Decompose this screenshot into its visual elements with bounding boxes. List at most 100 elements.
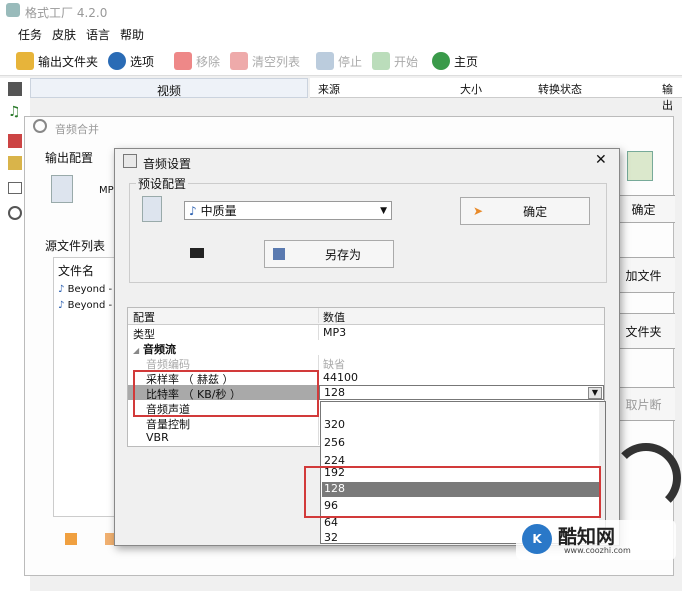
menu-skin[interactable]: 皮肤 — [52, 26, 76, 43]
clip-button[interactable]: 取片断 — [611, 387, 675, 421]
stop-button[interactable]: 停止 — [316, 50, 362, 72]
start-label: 开始 — [394, 54, 419, 69]
title-bar: 格式工厂 4.2.0 — [0, 0, 682, 22]
grid-separator — [318, 355, 319, 370]
home-small-icon[interactable] — [65, 533, 77, 545]
options-label: 选项 — [130, 54, 155, 69]
home-button[interactable]: 主页 — [432, 50, 478, 72]
menu-bar: 任务 皮肤 语言 帮助 — [0, 22, 682, 44]
stop-icon — [316, 52, 334, 70]
app-title: 格式工厂 4.2.0 — [25, 6, 108, 20]
row-value: MP3 — [323, 326, 347, 339]
file-name: Beyond - — [67, 300, 113, 311]
col-source[interactable]: 来源 — [318, 81, 340, 97]
settings-icon — [123, 154, 137, 168]
preset-select[interactable]: ♪ 中质量 ▼ — [184, 201, 392, 220]
highlight-box-rows — [133, 370, 319, 417]
remove-button[interactable]: 移除 — [174, 50, 220, 72]
table-row[interactable]: 音频编码 缺省 — [128, 355, 604, 371]
watermark-logo-icon: K — [522, 524, 552, 554]
stop-label: 停止 — [338, 54, 363, 69]
list-item[interactable]: ♪ Beyond - — [58, 284, 112, 295]
list-item[interactable]: 320 — [322, 418, 604, 433]
bitrate-select[interactable]: 128 ▼ — [319, 385, 604, 400]
options-button[interactable]: 选项 — [108, 50, 154, 72]
music-file-icon: ♪ — [58, 300, 65, 311]
menu-language[interactable]: 语言 — [86, 26, 110, 43]
music-file-icon: ♪ — [58, 284, 65, 295]
video-icon[interactable] — [8, 82, 22, 96]
close-icon[interactable]: ✕ — [595, 152, 607, 168]
grid-header-config: 配置 — [133, 311, 155, 324]
music-note-icon: ♪ — [189, 203, 197, 218]
highlight-box-options — [304, 466, 601, 518]
clear-list-button[interactable]: 清空列表 — [230, 50, 300, 72]
category-video[interactable]: 视频 — [30, 78, 308, 98]
close-icon — [230, 52, 248, 70]
format-short-label: MP — [99, 185, 114, 196]
app-icon — [6, 3, 20, 17]
col-output[interactable]: 输出 — [662, 81, 682, 113]
col-status[interactable]: 转换状态 — [538, 81, 582, 97]
globe-icon — [432, 52, 450, 70]
document-icon[interactable] — [8, 156, 22, 170]
preset-value: 中质量 — [200, 204, 237, 218]
cmd-icon — [190, 248, 204, 258]
audio-icon[interactable]: ♫ — [8, 104, 22, 120]
options-icon — [108, 52, 126, 70]
col-size[interactable]: 大小 — [460, 81, 482, 97]
preset-group-label: 预设配置 — [136, 175, 189, 192]
toolbar: 输出文件夹 选项 移除 清空列表 停止 开始 主页 — [0, 44, 682, 76]
add-folder-button[interactable]: 文件夹 — [611, 313, 675, 349]
source-list-label: 源文件列表 — [45, 239, 106, 253]
image-icon[interactable] — [8, 134, 22, 148]
bitrate-value: 128 — [324, 386, 345, 399]
chevron-down-icon[interactable]: ▼ — [588, 386, 602, 399]
grid-separator — [318, 415, 319, 430]
row-key: VBR — [146, 431, 169, 444]
tools-icon[interactable] — [8, 206, 22, 220]
grid-separator — [318, 308, 319, 323]
start-button[interactable]: 开始 — [372, 50, 418, 72]
grid-separator — [318, 325, 319, 340]
grid-header-value: 数值 — [323, 311, 345, 324]
merge-window-icon — [33, 119, 47, 133]
disc-icon[interactable] — [8, 182, 22, 194]
mp3-preset-icon — [142, 196, 162, 222]
collapse-icon[interactable]: ◢ — [133, 346, 139, 355]
remove-icon — [174, 52, 192, 70]
headphones-graphic — [611, 443, 681, 513]
list-item[interactable]: 256 — [322, 436, 604, 451]
disk-icon — [273, 248, 285, 260]
merge-window-title: 音频合并 — [55, 123, 99, 136]
source-file-list[interactable]: 文件名 ♪ Beyond - ♪ Beyond - — [53, 257, 117, 517]
task-list-header: 来源 大小 转换状态 输出 — [310, 78, 682, 112]
output-folder-button[interactable]: 输出文件夹 — [16, 50, 98, 72]
menu-help[interactable]: 帮助 — [120, 26, 144, 43]
arrow-right-icon: ➤ — [473, 204, 484, 218]
output-config-label: 输出配置 — [45, 151, 94, 165]
clear-list-label: 清空列表 — [252, 54, 301, 69]
watermark-url: www.coozhi.com — [564, 546, 631, 555]
list-item[interactable]: ♪ Beyond - — [58, 300, 112, 311]
preset-ok-button[interactable]: ➤ 确定 — [460, 197, 590, 225]
row-value: 44100 — [323, 371, 358, 384]
menu-task[interactable]: 任务 — [18, 26, 42, 43]
start-icon — [372, 52, 390, 70]
remove-label: 移除 — [196, 54, 221, 69]
table-row[interactable]: 类型 MP3 — [128, 325, 604, 341]
chevron-down-icon: ▼ — [380, 205, 387, 216]
file-name-header: 文件名 — [58, 264, 95, 278]
add-file-button[interactable]: 加文件 — [611, 257, 675, 293]
output-folder-label: 输出文件夹 — [38, 54, 99, 69]
save-as-button[interactable]: 另存为 — [264, 240, 394, 268]
table-row[interactable]: ◢ 音频流 — [128, 340, 604, 356]
watermark: K 酷知网 www.coozhi.com — [516, 520, 676, 560]
watermark-brand: 酷知网 — [558, 526, 616, 548]
main-window: 格式工厂 4.2.0 任务 皮肤 语言 帮助 输出文件夹 选项 移除 清空列表 … — [0, 0, 682, 591]
grid-separator — [318, 430, 319, 445]
dialog-title: 音频设置 — [143, 157, 192, 171]
merge-ok-button[interactable]: 确定 — [611, 195, 675, 223]
mp3-format-icon — [51, 175, 73, 203]
preset-group: 预设配置 ♪ 中质量 ▼ ➤ 确定 另存为 — [129, 175, 607, 283]
